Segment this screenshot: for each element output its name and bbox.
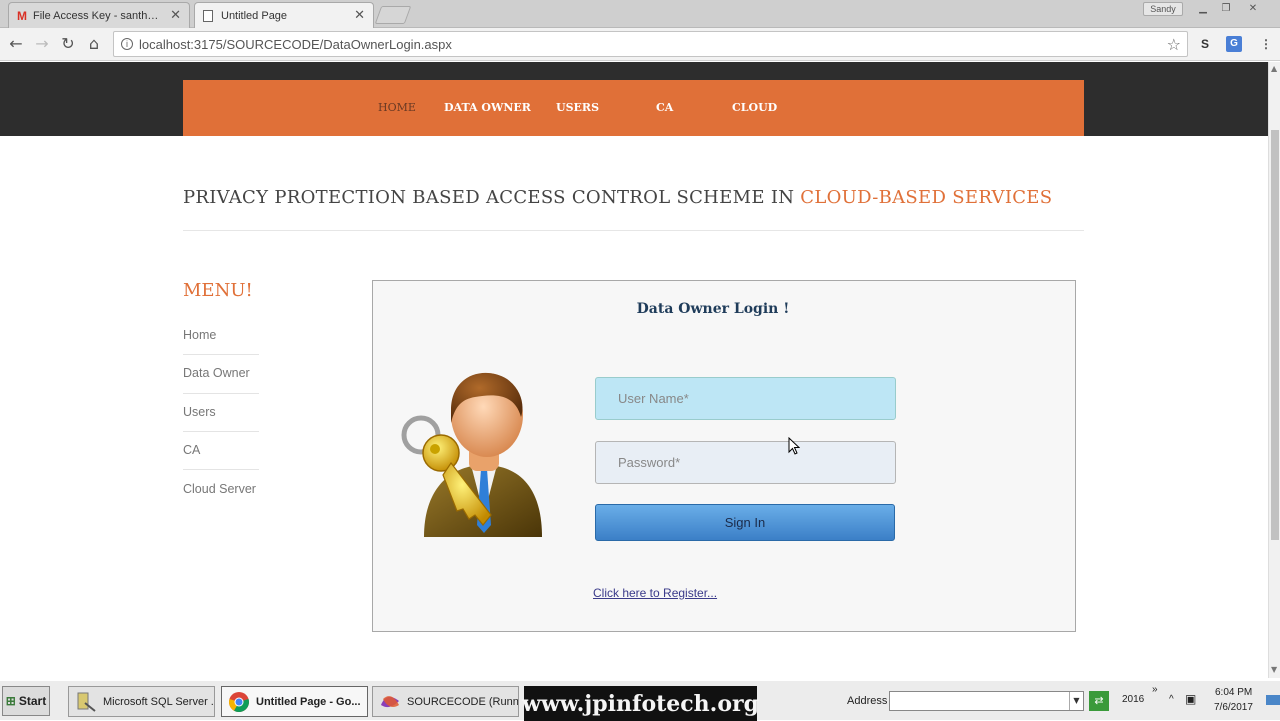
translate-icon[interactable]: G [1226, 36, 1242, 52]
go-icon[interactable]: ⇄ [1089, 691, 1109, 711]
clock-date[interactable]: 7/6/2017 [1214, 702, 1253, 713]
register-link[interactable]: Click here to Register... [593, 586, 717, 600]
taskbar-item-visual-studio[interactable]: SOURCECODE (Runni... [372, 686, 519, 717]
reload-icon[interactable]: ↻ [58, 34, 78, 54]
nav-ca[interactable]: CA [656, 101, 673, 114]
page-title-main: PRIVACY PROTECTION BASED ACCESS CONTROL … [183, 187, 801, 208]
browser-toolbar: ← → ↻ ⌂ i localhost:3175/SOURCECODE/Data… [0, 28, 1280, 61]
title-divider [183, 230, 1084, 231]
scroll-up-icon[interactable]: ▲ [1271, 64, 1277, 73]
back-icon[interactable]: ← [6, 34, 26, 54]
tray-expand-icon[interactable]: » [1152, 684, 1158, 695]
menu-divider [183, 354, 259, 355]
tab-gmail[interactable]: M File Access Key - santhanam ✕ [8, 2, 190, 28]
show-hidden-icons-icon[interactable]: ^ [1169, 694, 1174, 705]
menu-divider [183, 469, 259, 470]
sidebar-item-home[interactable]: Home [183, 328, 259, 342]
show-desktop-icon[interactable] [1266, 695, 1280, 705]
gmail-icon: M [17, 8, 27, 23]
info-icon[interactable]: i [121, 38, 133, 50]
close-icon[interactable]: ✕ [354, 8, 365, 23]
sign-in-button[interactable]: Sign In [595, 504, 895, 541]
page-viewport: HOME DATA OWNER USERS CA CLOUD PRIVACY P… [0, 62, 1268, 678]
restore-icon[interactable]: ❐ [1216, 2, 1236, 16]
network-icon[interactable]: ▣ [1185, 692, 1196, 706]
login-title: Data Owner Login ! [636, 301, 790, 317]
tab-title: File Access Key - santhanam [33, 9, 165, 22]
taskbar-item-label: SOURCECODE (Runni... [407, 695, 519, 708]
taskbar-item-label: Untitled Page - Go... [256, 695, 361, 708]
mouse-cursor-icon [788, 437, 800, 455]
chrome-icon [229, 691, 249, 712]
address-toolbar-label: Address [847, 695, 888, 707]
tray-year: 2016 [1122, 694, 1145, 705]
sidebar-item-cloud-server[interactable]: Cloud Server [183, 482, 259, 496]
nav-cloud[interactable]: CLOUD [732, 101, 777, 114]
sidebar-item-users[interactable]: Users [183, 405, 259, 419]
visual-studio-icon [381, 695, 399, 707]
login-panel: Data Owner Login ! User Name* Sign In Cl… [372, 280, 1076, 632]
watermark-banner: www.jpinfotech.org [522, 686, 759, 721]
tab-untitled-page[interactable]: Untitled Page ✕ [194, 2, 374, 28]
taskbar: ⊞ Start Microsoft SQL Server ... Untitle… [0, 680, 1280, 721]
start-label: Start [18, 694, 47, 708]
close-window-icon[interactable]: ✕ [1243, 2, 1263, 16]
address-bar[interactable]: i localhost:3175/SOURCECODE/DataOwnerLog… [113, 31, 1188, 57]
page-scrollbar[interactable]: ▲ ▼ [1268, 62, 1280, 678]
new-tab-button[interactable] [374, 6, 412, 24]
windows-logo-icon: ⊞ [5, 694, 16, 708]
address-toolbar-input[interactable]: ▼ [889, 691, 1084, 711]
scroll-down-icon[interactable]: ▼ [1271, 665, 1277, 674]
nav-home[interactable]: HOME [378, 101, 416, 114]
menu-divider [183, 431, 259, 432]
nav-data-owner[interactable]: DATA OWNER [444, 101, 531, 114]
password-input[interactable] [595, 441, 896, 484]
tab-title: Untitled Page [221, 9, 288, 22]
sidebar-item-ca[interactable]: CA [183, 443, 259, 457]
browser-tab-strip: M File Access Key - santhanam ✕ Untitled… [0, 0, 1280, 28]
page-title-accent: CLOUD-BASED SERVICES [800, 187, 1053, 208]
nav-users[interactable]: USERS [556, 101, 599, 114]
scrollbar-thumb[interactable] [1271, 130, 1279, 540]
url-text[interactable]: localhost:3175/SOURCECODE/DataOwnerLogin… [139, 37, 452, 52]
start-button[interactable]: ⊞ Start [2, 686, 50, 716]
page-icon [203, 9, 213, 22]
main-navigation: HOME DATA OWNER USERS CA CLOUD [183, 80, 1084, 136]
sql-server-icon [77, 692, 96, 712]
page-title: PRIVACY PROTECTION BASED ACCESS CONTROL … [183, 187, 1052, 208]
taskbar-item-label: Microsoft SQL Server ... [103, 695, 215, 708]
taskbar-item-sql-server[interactable]: Microsoft SQL Server ... [68, 686, 215, 717]
menu-heading: MENU! [183, 280, 253, 301]
taskbar-item-chrome[interactable]: Untitled Page - Go... [221, 686, 368, 717]
forward-icon[interactable]: → [32, 34, 52, 54]
clock-time[interactable]: 6:04 PM [1215, 687, 1252, 698]
username-input[interactable] [595, 377, 896, 420]
menu-divider [183, 393, 259, 394]
minimize-icon[interactable]: ▁ [1193, 2, 1213, 16]
profile-button[interactable]: Sandy [1143, 2, 1183, 16]
bookmark-star-icon[interactable]: ☆ [1167, 35, 1181, 54]
chrome-menu-icon[interactable]: ⋮ [1258, 36, 1274, 52]
extension-icon[interactable]: S [1197, 36, 1213, 52]
home-icon[interactable]: ⌂ [84, 34, 104, 54]
user-key-icon [401, 372, 542, 537]
close-icon[interactable]: ✕ [170, 8, 181, 23]
chevron-down-icon[interactable]: ▼ [1069, 692, 1083, 710]
sidebar-item-data-owner[interactable]: Data Owner [183, 366, 259, 380]
